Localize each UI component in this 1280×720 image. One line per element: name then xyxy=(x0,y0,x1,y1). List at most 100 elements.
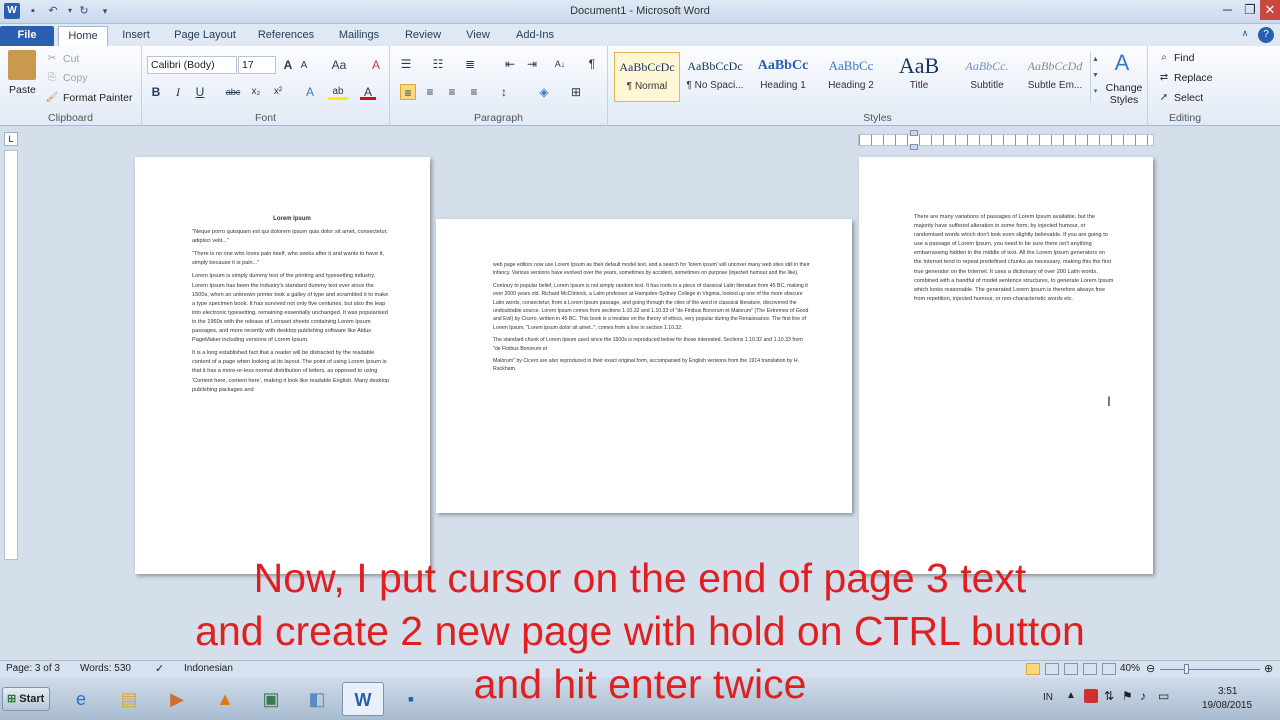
tab-review[interactable]: Review xyxy=(396,26,450,46)
tab-mailings[interactable]: Mailings xyxy=(328,26,390,46)
clear-formatting-icon[interactable]: A xyxy=(368,57,384,73)
minimize-button[interactable]: ─ xyxy=(1215,0,1240,20)
cut-icon: ✂ xyxy=(47,53,57,64)
page-3-paragraph: There are many variations of passages of… xyxy=(914,214,1114,302)
align-right-icon[interactable]: ≡ xyxy=(444,84,460,100)
page-1-paragraph: It is a long established fact that a rea… xyxy=(192,350,390,393)
italic-button[interactable]: I xyxy=(170,84,186,100)
align-left-icon[interactable]: ≡ xyxy=(400,84,416,100)
paste-button[interactable]: Paste xyxy=(9,84,36,96)
font-group: Calibri (Body) 17 A A Aa A B I U abc x₂ … xyxy=(142,46,390,126)
font-name-combo[interactable]: Calibri (Body) xyxy=(147,56,237,74)
page-1-paragraph: "There is no one who loves pain itself, … xyxy=(192,251,384,267)
styles-scroll-icon[interactable]: ▲ ▼ ▾ xyxy=(1090,52,1100,102)
select-button[interactable]: Select xyxy=(1174,92,1203,104)
style-subtitle[interactable]: AaBbCc. Subtitle xyxy=(954,52,1020,102)
style-heading-1[interactable]: AaBbCc Heading 1 xyxy=(750,52,816,102)
font-size-combo[interactable]: 17 xyxy=(238,56,276,74)
change-case-icon[interactable]: Aa xyxy=(328,57,350,73)
subscript-button[interactable]: x₂ xyxy=(246,84,266,100)
font-group-label: Font xyxy=(254,112,276,124)
font-color-icon[interactable]: A xyxy=(360,84,376,100)
style-name: ¶ Normal xyxy=(626,81,668,92)
style-name: Heading 2 xyxy=(828,80,874,91)
document-page-2[interactable]: web page editors now use Lorem Ipsum as … xyxy=(436,219,852,513)
tab-file[interactable]: File xyxy=(0,26,54,46)
editing-group-label: Editing xyxy=(1168,112,1202,124)
style-preview: AaBbCc xyxy=(757,58,809,73)
strikethrough-button[interactable]: abc xyxy=(222,84,244,100)
tab-selector-icon[interactable]: L xyxy=(4,132,18,146)
page-2-paragraph: The standard chunk of Lorem Ipsum used s… xyxy=(493,337,803,352)
document-page-1[interactable]: Lorem Ipsum "Neque porro quisquam est qu… xyxy=(135,157,430,574)
show-formatting-icon[interactable]: ¶ xyxy=(584,56,600,72)
find-button[interactable]: Find xyxy=(1174,52,1194,64)
grow-font-icon[interactable]: A xyxy=(280,57,296,73)
close-button[interactable]: ✕ xyxy=(1260,0,1280,20)
tab-page-layout[interactable]: Page Layout xyxy=(165,26,245,46)
style-name: Subtle Em... xyxy=(1027,80,1083,91)
editing-group: ⌕ Find ⇄ Replace ➚ Select Editing xyxy=(1150,46,1220,126)
horizontal-ruler[interactable] xyxy=(858,134,1154,146)
caption-line-3: and hit enter twice xyxy=(473,661,807,707)
first-line-indent-marker[interactable] xyxy=(910,130,918,136)
bold-button[interactable]: B xyxy=(148,84,164,100)
style-normal[interactable]: AaBbCcDc ¶ Normal xyxy=(614,52,680,102)
sort-icon[interactable]: A↓ xyxy=(552,56,568,72)
style-no-spacing[interactable]: AaBbCcDc ¶ No Spaci... xyxy=(682,52,748,102)
style-preview: AaBbCcDc xyxy=(619,60,675,74)
underline-button[interactable]: U xyxy=(192,84,208,100)
text-effects-icon[interactable]: A xyxy=(302,84,318,100)
paste-icon[interactable] xyxy=(8,50,36,80)
help-icon[interactable]: ? xyxy=(1258,27,1274,43)
page-2-paragraph: Malorum" by Cicero are also reproduced i… xyxy=(493,358,800,373)
title-bar: W ▪ ↶ ▾ ↻ ▾ Document1 - Microsoft Word ─… xyxy=(0,0,1280,24)
document-page-3[interactable]: There are many variations of passages of… xyxy=(859,157,1153,574)
ruler-area: L xyxy=(0,126,1280,156)
paragraph-group: ☰ ☷ ≣ ⇤ ⇥ A↓ ¶ ≡ ≡ ≡ ≡ ↕ ◈ ⊞ Paragraph xyxy=(390,46,608,126)
tab-home[interactable]: Home xyxy=(58,26,108,46)
increase-indent-icon[interactable]: ⇥ xyxy=(524,56,540,72)
ribbon-home: Paste ✂ Cut ⎘ Copy 🖌 Format Painter Clip… xyxy=(0,46,1280,126)
style-preview: AaBbCc xyxy=(828,58,874,73)
style-preview: AaBbCcDd xyxy=(1027,59,1083,73)
text-cursor-icon: I xyxy=(1107,393,1111,409)
page-2-paragraph: web page editors now use Lorem Ipsum as … xyxy=(493,262,810,277)
tab-addins[interactable]: Add-Ins xyxy=(508,26,562,46)
style-name: Title xyxy=(909,80,929,91)
align-center-icon[interactable]: ≡ xyxy=(422,84,438,100)
tab-view[interactable]: View xyxy=(455,26,501,46)
replace-button[interactable]: Replace xyxy=(1174,72,1213,84)
minimize-ribbon-icon[interactable]: ∧ xyxy=(1238,28,1252,42)
tab-references[interactable]: References xyxy=(250,26,322,46)
maximize-button[interactable]: ❐ xyxy=(1240,0,1260,20)
copy-icon: ⎘ xyxy=(48,72,56,83)
paragraph-group-label: Paragraph xyxy=(473,112,524,124)
clipboard-group: Paste ✂ Cut ⎘ Copy 🖌 Format Painter Clip… xyxy=(0,46,142,126)
style-heading-2[interactable]: AaBbCc Heading 2 xyxy=(818,52,884,102)
shading-icon[interactable]: ◈ xyxy=(536,84,552,100)
select-icon: ➚ xyxy=(1159,92,1169,103)
change-styles-icon[interactable]: A xyxy=(1108,50,1136,76)
shrink-font-icon[interactable]: A xyxy=(296,58,312,74)
page-1-title: Lorem Ipsum xyxy=(273,216,311,222)
style-subtle-emphasis[interactable]: AaBbCcDd Subtle Em... xyxy=(1022,52,1088,102)
multilevel-list-icon[interactable]: ≣ xyxy=(462,56,478,72)
style-title[interactable]: AaB Title xyxy=(886,52,952,102)
cut-button[interactable]: Cut xyxy=(63,53,79,65)
style-preview: AaBbCc. xyxy=(965,59,1009,73)
decrease-indent-icon[interactable]: ⇤ xyxy=(502,56,518,72)
bullets-icon[interactable]: ☰ xyxy=(398,56,414,72)
highlight-icon[interactable]: ab xyxy=(328,84,348,100)
format-painter-button[interactable]: Format Painter xyxy=(63,92,132,104)
numbering-icon[interactable]: ☷ xyxy=(430,56,446,72)
vertical-ruler[interactable] xyxy=(4,150,18,560)
hanging-indent-marker[interactable] xyxy=(910,144,918,150)
tab-insert[interactable]: Insert xyxy=(112,26,160,46)
borders-icon[interactable]: ⊞ xyxy=(568,84,584,100)
line-spacing-icon[interactable]: ↕ xyxy=(496,84,512,100)
justify-icon[interactable]: ≡ xyxy=(466,84,482,100)
copy-button[interactable]: Copy xyxy=(63,72,88,84)
superscript-button[interactable]: x² xyxy=(268,84,288,100)
change-styles-button[interactable]: Change Styles xyxy=(1104,82,1144,106)
